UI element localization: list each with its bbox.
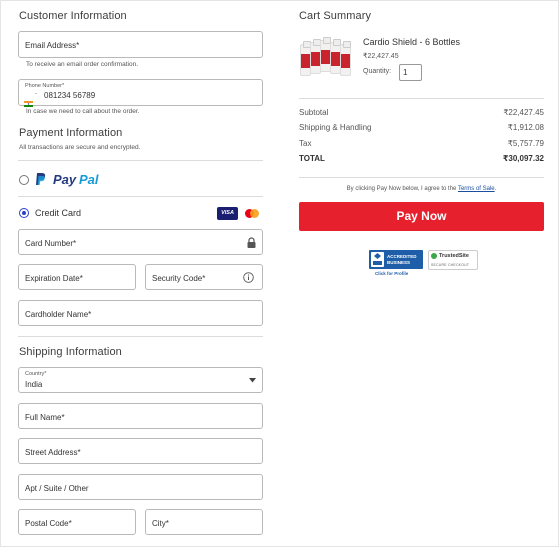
check-icon: [431, 253, 437, 265]
trustedsite-line2: SECURE CHECKOUT: [431, 263, 470, 267]
quantity-label: Quantity:: [363, 68, 392, 75]
info-icon[interactable]: [243, 272, 254, 283]
phone-field[interactable]: Phone Number* - 081234 56789: [18, 79, 263, 107]
phone-value: 081234 56789: [44, 91, 96, 100]
total-label: TOTAL: [299, 154, 325, 163]
divider: [299, 98, 544, 99]
product-image: [300, 36, 356, 80]
lock-icon: [247, 237, 256, 248]
city-label: City*: [152, 519, 169, 528]
terms-prefix: By clicking Pay Now below, I agree to th…: [346, 186, 458, 192]
paypal-pal-text: Pal: [79, 172, 99, 187]
shipping-info-title: Shipping Information: [19, 346, 122, 358]
divider: [18, 196, 263, 197]
paypal-option[interactable]: Pay Pal: [35, 171, 105, 189]
apt-suite-label: Apt / Suite / Other: [25, 484, 89, 493]
country-select[interactable]: Country* India: [18, 367, 263, 393]
payment-subtitle: All transactions are secure and encrypte…: [19, 144, 141, 151]
pay-now-button[interactable]: Pay Now: [299, 202, 544, 231]
product-price: ₹22,427.45: [363, 53, 399, 60]
tax-label: Tax: [299, 139, 312, 148]
bbb-line1: ACCREDITED: [387, 254, 417, 259]
shipping-label: Shipping & Handling: [299, 123, 372, 132]
bbb-logo-icon: [371, 252, 384, 267]
cardholder-name-field[interactable]: Cardholder Name*: [18, 300, 263, 326]
paypal-icon: [36, 173, 46, 185]
card-number-field[interactable]: Card Number*: [18, 229, 263, 255]
cardholder-name-label: Cardholder Name*: [25, 310, 92, 319]
phone-prefix: -: [35, 91, 37, 97]
street-address-label: Street Address*: [25, 448, 81, 457]
subtotal-value: ₹22,427.45: [503, 108, 544, 117]
cart-summary-title: Cart Summary: [299, 10, 372, 22]
postal-code-label: Postal Code*: [25, 519, 72, 528]
total-value: ₹30,097.32: [502, 154, 544, 163]
credit-card-label[interactable]: Credit Card: [35, 208, 81, 218]
terms-of-sale-link[interactable]: Terms of Sale: [458, 186, 495, 192]
shipping-value: ₹1,912.08: [507, 123, 544, 132]
india-flag-icon[interactable]: [24, 94, 33, 107]
tax-value: ₹5,757.79: [507, 139, 544, 148]
payment-info-title: Payment Information: [19, 127, 123, 139]
card-number-label: Card Number*: [25, 239, 77, 248]
country-label: Country*: [25, 371, 47, 377]
terms-text: By clicking Pay Now below, I agree to th…: [299, 186, 544, 192]
street-address-field[interactable]: Street Address*: [18, 438, 263, 464]
subtotal-label: Subtotal: [299, 108, 329, 117]
mastercard-icon: [241, 207, 263, 220]
full-name-field[interactable]: Full Name*: [18, 403, 263, 429]
expiration-date-label: Expiration Date*: [25, 274, 83, 283]
trustedsite-line1: TrustedSite: [439, 253, 469, 259]
bbb-line2: BUSINESS: [387, 260, 411, 265]
city-field[interactable]: City*: [145, 509, 263, 535]
security-code-label: Security Code*: [152, 274, 206, 283]
bbb-caption: Click for Profile: [375, 271, 409, 276]
credit-card-radio[interactable]: [19, 208, 29, 218]
paypal-radio[interactable]: [19, 175, 29, 185]
quantity-input[interactable]: 1: [399, 64, 422, 81]
security-code-field[interactable]: Security Code*: [145, 264, 263, 290]
trustedsite-badge[interactable]: TrustedSite SECURE CHECKOUT: [428, 250, 478, 270]
product-name: Cardio Shield - 6 Bottles: [363, 37, 461, 47]
phone-help-text: In case we need to call about the order.: [26, 108, 140, 115]
divider: [299, 177, 544, 178]
email-field-label: Email Address*: [25, 41, 80, 50]
visa-icon: VISA: [217, 207, 238, 220]
phone-field-label: Phone Number*: [25, 83, 65, 89]
paypal-pay-text: Pay: [53, 172, 77, 187]
bbb-accredited-badge[interactable]: ACCREDITED BUSINESS Click for Profile: [369, 250, 423, 277]
full-name-label: Full Name*: [25, 413, 65, 422]
apt-suite-field[interactable]: Apt / Suite / Other: [18, 474, 263, 500]
divider: [18, 336, 263, 337]
postal-code-field[interactable]: Postal Code*: [18, 509, 136, 535]
email-field[interactable]: Email Address*: [18, 31, 263, 58]
expiration-date-field[interactable]: Expiration Date*: [18, 264, 136, 290]
customer-info-title: Customer Information: [19, 10, 127, 22]
terms-suffix: .: [494, 186, 497, 192]
divider: [18, 160, 263, 161]
email-help-text: To receive an email order confirmation.: [26, 61, 138, 68]
country-value: India: [25, 380, 43, 389]
chevron-down-icon: [249, 378, 256, 383]
